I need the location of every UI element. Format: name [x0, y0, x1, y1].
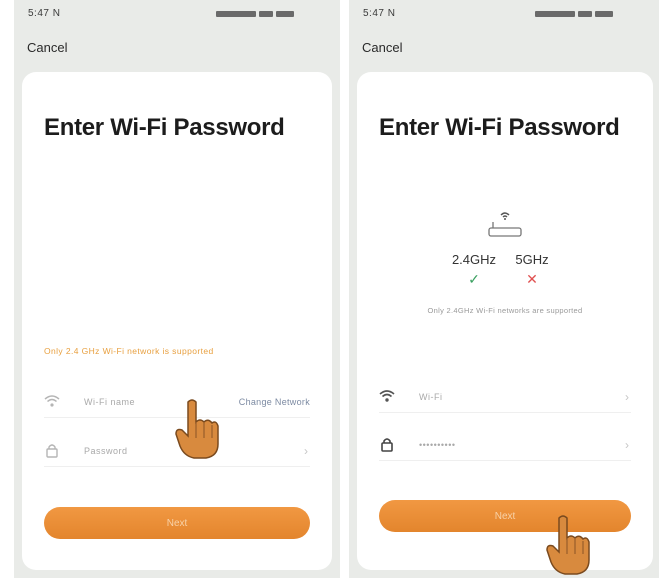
- lock-icon: [381, 438, 393, 452]
- status-time: 5:47 N: [28, 8, 61, 19]
- next-button[interactable]: Next: [379, 500, 631, 532]
- cancel-button[interactable]: Cancel: [362, 40, 402, 55]
- wifi-name-field[interactable]: Wi-Fi ›: [379, 382, 631, 413]
- chevron-right-icon: ›: [304, 444, 308, 458]
- page-title: Enter Wi-Fi Password: [44, 114, 285, 141]
- router-icon: [488, 212, 522, 237]
- wifi-setup-card: Enter Wi-Fi Password Only 2.4 GHz Wi-Fi …: [22, 72, 332, 570]
- status-time: 5:47 N: [363, 8, 396, 19]
- lock-icon: [46, 444, 58, 458]
- left-phone-screen: 5:47 N Cancel Enter Wi-Fi Password Only …: [14, 0, 340, 578]
- pointing-hand-icon: [546, 515, 590, 575]
- right-phone-screen: 5:47 N Cancel Enter Wi-Fi Password 2.4GH…: [349, 0, 659, 578]
- wifi-setup-card: Enter Wi-Fi Password 2.4GHz ✓ 5GHz ✕ Onl…: [357, 72, 653, 570]
- wifi-name-value: Wi-Fi name: [84, 397, 136, 407]
- frequency-bands: 2.4GHz ✓ 5GHz ✕: [357, 252, 653, 302]
- chevron-right-icon: ›: [625, 390, 629, 404]
- status-bar: 5:47 N: [349, 0, 659, 22]
- password-field[interactable]: •••••••••• ›: [379, 430, 631, 461]
- change-network-link[interactable]: Change Network: [239, 397, 310, 407]
- wifi-icon: [44, 395, 60, 407]
- check-icon: ✓: [468, 271, 480, 287]
- warning-text: Only 2.4 GHz Wi-Fi network is supported: [44, 346, 214, 356]
- wifi-icon: [379, 390, 395, 402]
- band-2-4ghz: 2.4GHz ✓: [449, 252, 499, 288]
- band-5ghz: 5GHz ✕: [507, 252, 557, 288]
- status-icons: [535, 9, 645, 17]
- band-2-4ghz-label: 2.4GHz: [451, 252, 497, 267]
- password-value: ••••••••••: [419, 440, 456, 450]
- password-value: Password: [84, 446, 128, 456]
- page-title: Enter Wi-Fi Password: [379, 114, 620, 141]
- cross-icon: ✕: [526, 271, 538, 287]
- chevron-right-icon: ›: [625, 438, 629, 452]
- cancel-button[interactable]: Cancel: [27, 40, 67, 55]
- pointing-hand-icon: [175, 399, 219, 459]
- next-button[interactable]: Next: [44, 507, 310, 539]
- band-support-note: Only 2.4GHz Wi-Fi networks are supported: [427, 306, 583, 315]
- wifi-name-value: Wi-Fi: [419, 392, 443, 402]
- band-5ghz-label: 5GHz: [515, 252, 549, 267]
- status-bar: 5:47 N: [14, 0, 340, 22]
- status-icons: [216, 9, 326, 17]
